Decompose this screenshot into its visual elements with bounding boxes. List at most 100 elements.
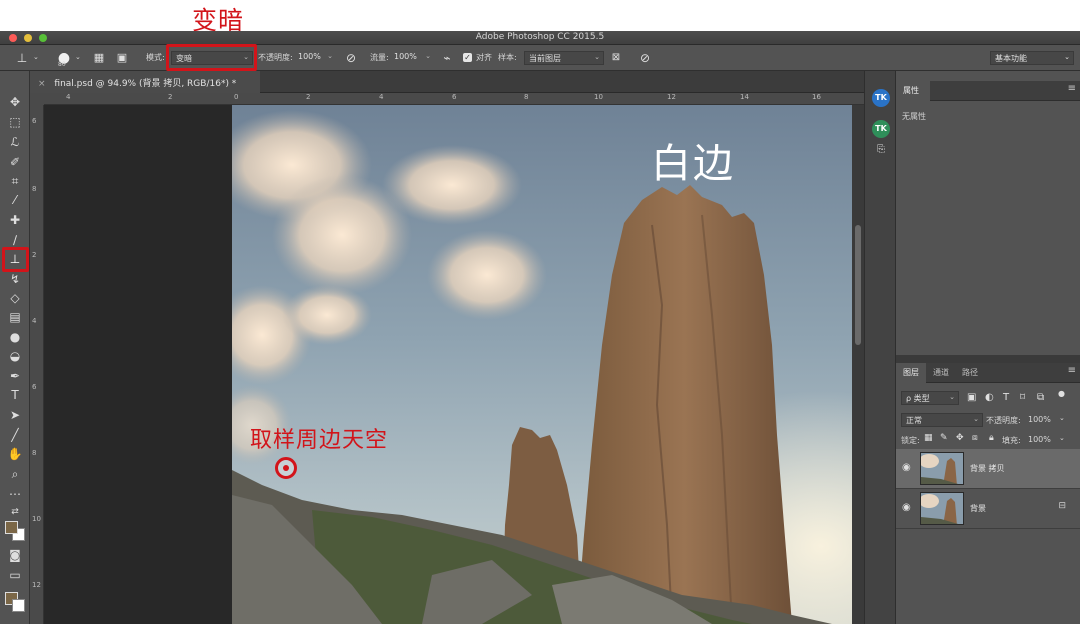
workspace-select[interactable]: 基本功能 ⌄: [990, 51, 1074, 65]
flow-value: 100%: [394, 52, 417, 61]
swap-colors-icon[interactable]: ⇄: [6, 503, 24, 521]
lock-artboard-icon[interactable]: ⧈: [972, 433, 978, 443]
type-tool-icon[interactable]: T: [6, 386, 24, 404]
marquee-tool-icon[interactable]: ⬚: [6, 113, 24, 131]
vertical-ruler[interactable]: 6 8 2 4 6 8 10 12: [30, 105, 44, 624]
clone-stamp-preset-icon[interactable]: ⊥: [14, 50, 30, 66]
sample-select[interactable]: 当前图层 ⌄: [524, 51, 604, 65]
aligned-checkbox[interactable]: ✓: [463, 53, 472, 62]
layer-thumbnail-image: [921, 453, 963, 484]
sample-select-value: 当前图层: [529, 54, 561, 63]
smart-object-filter-icon[interactable]: ⧉: [1037, 392, 1044, 403]
history-brush-tool-icon[interactable]: ↯: [6, 270, 24, 288]
ruler-tick: 10: [32, 515, 41, 523]
clone-source-panel-icon[interactable]: ▣: [114, 50, 130, 66]
more-tools-icon[interactable]: ⋯: [6, 485, 24, 503]
app-title: Adobe Photoshop CC 2015.5: [475, 32, 605, 42]
document-tab[interactable]: × final.psd @ 94.9% (背景 拷贝, RGB/16*) *: [30, 71, 260, 93]
tab-layers[interactable]: 图层: [903, 367, 919, 378]
airbrush-icon[interactable]: ⌁: [439, 50, 455, 66]
eraser-tool-icon[interactable]: ◇: [6, 289, 24, 307]
tab-paths[interactable]: 路径: [962, 367, 978, 378]
document-canvas[interactable]: [232, 105, 852, 624]
path-selection-tool-icon[interactable]: ➤: [6, 406, 24, 424]
zoom-tool-icon[interactable]: ⌕: [6, 465, 24, 483]
tab-properties[interactable]: 属性: [903, 85, 919, 96]
chevron-down-icon[interactable]: ⌄: [1059, 434, 1065, 442]
document-tab-title: final.psd @ 94.9% (背景 拷贝, RGB/16*) *: [54, 79, 237, 89]
gradient-tool-icon[interactable]: ▤: [6, 308, 24, 326]
opacity-value: 100%: [298, 52, 321, 61]
lock-position-icon[interactable]: ✥: [956, 433, 964, 443]
ignore-adjustment-layers-icon[interactable]: ⊠: [608, 50, 624, 66]
screen-mode-icon[interactable]: ▭: [6, 566, 24, 584]
ruler-tick: 12: [32, 581, 41, 589]
line-tool-icon[interactable]: ╱: [6, 426, 24, 444]
flow-label: 流量:: [370, 53, 389, 62]
blend-mode-value: 正常: [906, 416, 922, 425]
scrollbar-thumb[interactable]: [855, 225, 861, 345]
close-icon[interactable]: ×: [38, 79, 46, 89]
lock-pixels-icon[interactable]: ✎: [940, 433, 948, 443]
history-panel-icon[interactable]: ⎘: [872, 141, 890, 159]
pressure-size-icon[interactable]: ⊘: [637, 50, 653, 66]
dodge-tool-icon[interactable]: ◒: [6, 347, 24, 365]
move-tool-icon[interactable]: ✥: [6, 93, 24, 111]
fill-value[interactable]: 100%: [1028, 435, 1051, 444]
opacity-field[interactable]: 100% ⌄: [294, 51, 336, 65]
tk-actions-icon[interactable]: TK: [872, 120, 890, 138]
quick-select-tool-icon[interactable]: ✐: [6, 153, 24, 171]
vertical-scrollbar[interactable]: [852, 105, 864, 624]
pressure-opacity-icon[interactable]: ⊘: [343, 50, 359, 66]
ruler-origin[interactable]: [30, 93, 44, 105]
tool-preset-chevron-icon[interactable]: ⌄: [33, 53, 39, 61]
pasteboard[interactable]: [44, 105, 232, 624]
layer-lock-icon: ⊟: [1058, 501, 1066, 511]
sample-label: 样本:: [498, 53, 517, 62]
layer-filter-select[interactable]: ρ 类型 ⌄: [901, 391, 959, 405]
quick-mask-icon[interactable]: ◙: [6, 546, 24, 564]
visibility-eye-icon[interactable]: ◉: [902, 462, 911, 473]
lock-all-icon[interactable]: 🔒︎: [989, 433, 994, 443]
visibility-eye-icon[interactable]: ◉: [902, 502, 911, 513]
blur-tool-icon[interactable]: ●: [6, 328, 24, 346]
right-panel-dock: 属性 ≡ 无属性 图层 通道 路径 ≡ ρ 类型 ⌄ ▣ ◐ T ⌑ ⧉ ● 正…: [896, 71, 1080, 624]
tk-plugin-icon[interactable]: TK: [872, 89, 890, 107]
eyedropper-tool-icon[interactable]: ⁄: [6, 191, 24, 209]
shape-filter-icon[interactable]: ⌑: [1020, 392, 1025, 403]
layer-opacity-value[interactable]: 100%: [1028, 415, 1051, 424]
filter-toggle-icon[interactable]: ●: [1058, 389, 1065, 398]
ruler-tick: 6: [452, 93, 457, 101]
panel-menu-icon[interactable]: ≡: [1068, 83, 1076, 94]
lasso-tool-icon[interactable]: ℒ: [6, 133, 24, 151]
ruler-tick: 2: [32, 251, 37, 259]
horizontal-ruler[interactable]: 4 2 0 2 4 6 8 10 12 14 16: [44, 93, 864, 105]
layer-row-background-copy[interactable]: ◉ 背景 拷贝: [896, 449, 1080, 489]
background-color-swatch[interactable]: [12, 599, 25, 612]
layer-row-background[interactable]: ◉ 背景 ⊟: [896, 489, 1080, 529]
ruler-tick: 12: [667, 93, 676, 101]
type-filter-icon[interactable]: T: [1003, 392, 1009, 403]
brush-picker-chevron-icon[interactable]: ⌄: [75, 53, 81, 61]
brush-panel-toggle-icon[interactable]: ▦: [91, 50, 107, 66]
pen-tool-icon[interactable]: ✒: [6, 367, 24, 385]
panel-menu-icon[interactable]: ≡: [1068, 365, 1076, 376]
pixel-filter-icon[interactable]: ▣: [967, 392, 976, 403]
ruler-tick: 14: [740, 93, 749, 101]
ruler-tick: 10: [594, 93, 603, 101]
chevron-down-icon[interactable]: ⌄: [1059, 414, 1065, 422]
tab-channels[interactable]: 通道: [933, 367, 949, 378]
blend-mode-select[interactable]: 正常 ⌄: [901, 413, 983, 427]
crop-tool-icon[interactable]: ⌗: [6, 172, 24, 190]
mode-highlight-box: [166, 44, 257, 71]
blend-row: 正常 ⌄ 不透明度: 100% ⌄: [896, 411, 1080, 429]
flow-field[interactable]: 100% ⌄: [390, 51, 434, 65]
hand-tool-icon[interactable]: ✋: [6, 445, 24, 463]
lock-transparency-icon[interactable]: ▦: [924, 433, 933, 443]
ruler-tick: 4: [32, 317, 37, 325]
adjustment-filter-icon[interactable]: ◐: [985, 392, 994, 403]
ruler-tick: 0: [234, 93, 239, 101]
ruler-tick: 8: [524, 93, 529, 101]
healing-brush-tool-icon[interactable]: ✚: [6, 211, 24, 229]
foreground-color-swatch-front[interactable]: [5, 521, 18, 534]
